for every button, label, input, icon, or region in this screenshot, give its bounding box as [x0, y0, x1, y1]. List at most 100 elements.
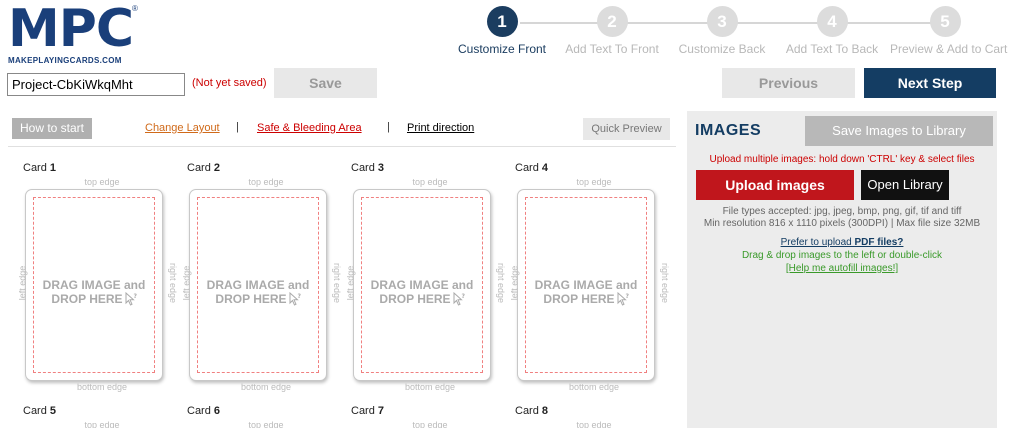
- step-progress: 1 Customize Front 2 Add Text To Front 3 …: [450, 6, 1020, 56]
- how-to-start-button[interactable]: How to start: [12, 118, 92, 139]
- safe-bleeding-area-link[interactable]: Safe & Bleeding Area: [257, 122, 362, 134]
- card-label: Card 6: [187, 405, 220, 417]
- drag-line-2: DROP HERE: [543, 292, 615, 306]
- step-2[interactable]: 2 Add Text To Front: [557, 6, 667, 56]
- card-number: 2: [213, 162, 220, 174]
- images-panel: IMAGES Save Images to Library Upload mul…: [687, 111, 997, 428]
- upload-images-button[interactable]: Upload images: [696, 170, 854, 200]
- card-top-edge-label: top edge: [248, 420, 284, 428]
- card-top-edge-label: top edge: [84, 177, 120, 187]
- upload-multiple-hint: Upload multiple images: hold down 'CTRL'…: [709, 154, 975, 165]
- images-panel-title: IMAGES: [695, 122, 762, 139]
- step-5[interactable]: 5 Preview & Add to Cart: [890, 6, 1008, 56]
- card-top-edge-label: top edge: [412, 177, 448, 187]
- card-top-edge-label: top edge: [412, 420, 448, 428]
- card-label-prefix: Card: [351, 405, 375, 417]
- logo-subtitle: MAKEPLAYINGCARDS.COM: [8, 56, 122, 65]
- logo-brand: MPC: [8, 0, 134, 59]
- step-1-label: Customize Front: [457, 42, 547, 56]
- card-top-edge-label: top edge: [576, 420, 612, 428]
- min-resolution-info: Min resolution 816 x 1110 pixels (300DPI…: [703, 218, 981, 229]
- quick-preview-button[interactable]: Quick Preview: [583, 118, 670, 140]
- step-5-label: Preview & Add to Cart: [890, 42, 1008, 56]
- cursor-help-icon: ?: [453, 292, 465, 306]
- card-right-edge-label: right edge: [496, 262, 507, 304]
- card-safe-area: DRAG IMAGE and DROP HERE?: [33, 197, 155, 373]
- card-number: 6: [213, 405, 220, 417]
- svg-text:?: ?: [625, 293, 629, 300]
- card-label: Card 3: [351, 162, 384, 174]
- step-3-number: 3: [706, 6, 738, 37]
- file-types-info: File types accepted: jpg, jpeg, bmp, png…: [722, 206, 962, 217]
- card-drop-zone[interactable]: DRAG IMAGE and DROP HERE?: [189, 189, 327, 381]
- card-left-edge-label: left edge: [17, 265, 28, 301]
- card-bottom-edge-label: bottom edge: [404, 382, 456, 392]
- next-step-button[interactable]: Next Step: [864, 68, 996, 98]
- card-number: 7: [377, 405, 384, 417]
- card-label-prefix: Card: [515, 405, 539, 417]
- toolbar-separator: |: [387, 121, 390, 133]
- card-label: Card 4: [515, 162, 548, 174]
- card-number: 4: [541, 162, 548, 174]
- project-name-input[interactable]: [7, 73, 185, 96]
- step-2-number: 2: [596, 6, 628, 37]
- print-direction-link[interactable]: Print direction: [407, 122, 474, 134]
- drag-line-1: DRAG IMAGE and: [206, 278, 310, 292]
- toolbar-separator: |: [236, 121, 239, 133]
- drag-line-1: DRAG IMAGE and: [42, 278, 146, 292]
- card-label-prefix: Card: [187, 405, 211, 417]
- save-button[interactable]: Save: [274, 68, 377, 98]
- drag-drop-instruction: DRAG IMAGE and DROP HERE?: [526, 278, 646, 306]
- card-label: Card 2: [187, 162, 220, 174]
- cursor-help-icon: ?: [289, 292, 301, 306]
- card-bottom-edge-label: bottom edge: [240, 382, 292, 392]
- drag-line-1: DRAG IMAGE and: [370, 278, 474, 292]
- card-top-edge-label: top edge: [248, 177, 284, 187]
- card-number: 1: [49, 162, 56, 174]
- card-drop-zone[interactable]: DRAG IMAGE and DROP HERE?: [353, 189, 491, 381]
- autofill-help-link[interactable]: [Help me autofill images!]: [687, 263, 997, 274]
- logo-registered-mark: ®: [132, 4, 138, 13]
- card-number: 3: [377, 162, 384, 174]
- card-label: Card 5: [23, 405, 56, 417]
- card-right-edge-label: right edge: [332, 262, 343, 304]
- toolbar-divider: [8, 146, 676, 147]
- card-right-edge-label: right edge: [168, 262, 179, 304]
- card-drop-zone[interactable]: DRAG IMAGE and DROP HERE?: [517, 189, 655, 381]
- svg-text:?: ?: [461, 293, 465, 300]
- step-3[interactable]: 3 Customize Back: [667, 6, 777, 56]
- step-1-number: 1: [486, 6, 518, 37]
- card-label-prefix: Card: [23, 162, 47, 174]
- card-bottom-edge-label: bottom edge: [76, 382, 128, 392]
- card-safe-area: DRAG IMAGE and DROP HERE?: [197, 197, 319, 373]
- drag-drop-instruction: DRAG IMAGE and DROP HERE?: [34, 278, 154, 306]
- cursor-help-icon: ?: [617, 292, 629, 306]
- previous-button[interactable]: Previous: [722, 68, 855, 98]
- change-layout-link[interactable]: Change Layout: [145, 122, 220, 134]
- card-top-edge-label: top edge: [576, 177, 612, 187]
- step-1[interactable]: 1 Customize Front: [447, 6, 557, 56]
- cursor-help-icon: ?: [125, 292, 137, 306]
- save-images-to-library-button[interactable]: Save Images to Library: [805, 116, 993, 146]
- card-label: Card 7: [351, 405, 384, 417]
- card-label: Card 1: [23, 162, 56, 174]
- prefer-pdf-link[interactable]: Prefer to upload PDF files?: [687, 237, 997, 248]
- step-5-number: 5: [929, 6, 961, 37]
- open-library-button[interactable]: Open Library: [861, 170, 949, 200]
- step-4-number: 4: [816, 6, 848, 37]
- card-drop-zone[interactable]: DRAG IMAGE and DROP HERE?: [25, 189, 163, 381]
- card-safe-area: DRAG IMAGE and DROP HERE?: [525, 197, 647, 373]
- card-number: 5: [49, 405, 56, 417]
- step-4[interactable]: 4 Add Text To Back: [777, 6, 887, 56]
- card-label-prefix: Card: [23, 405, 47, 417]
- drag-line-1: DRAG IMAGE and: [534, 278, 638, 292]
- drag-drop-hint: Drag & drop images to the left or double…: [741, 250, 943, 261]
- card-right-edge-label: right edge: [660, 262, 671, 304]
- step-2-label: Add Text To Front: [565, 42, 659, 56]
- card-label-prefix: Card: [187, 162, 211, 174]
- mpc-logo[interactable]: MPC ® MAKEPLAYINGCARDS.COM: [8, 0, 138, 66]
- card-bottom-edge-label: bottom edge: [568, 382, 620, 392]
- drag-line-2: DROP HERE: [379, 292, 451, 306]
- card-left-edge-label: left edge: [509, 265, 520, 301]
- drag-drop-instruction: DRAG IMAGE and DROP HERE?: [362, 278, 482, 306]
